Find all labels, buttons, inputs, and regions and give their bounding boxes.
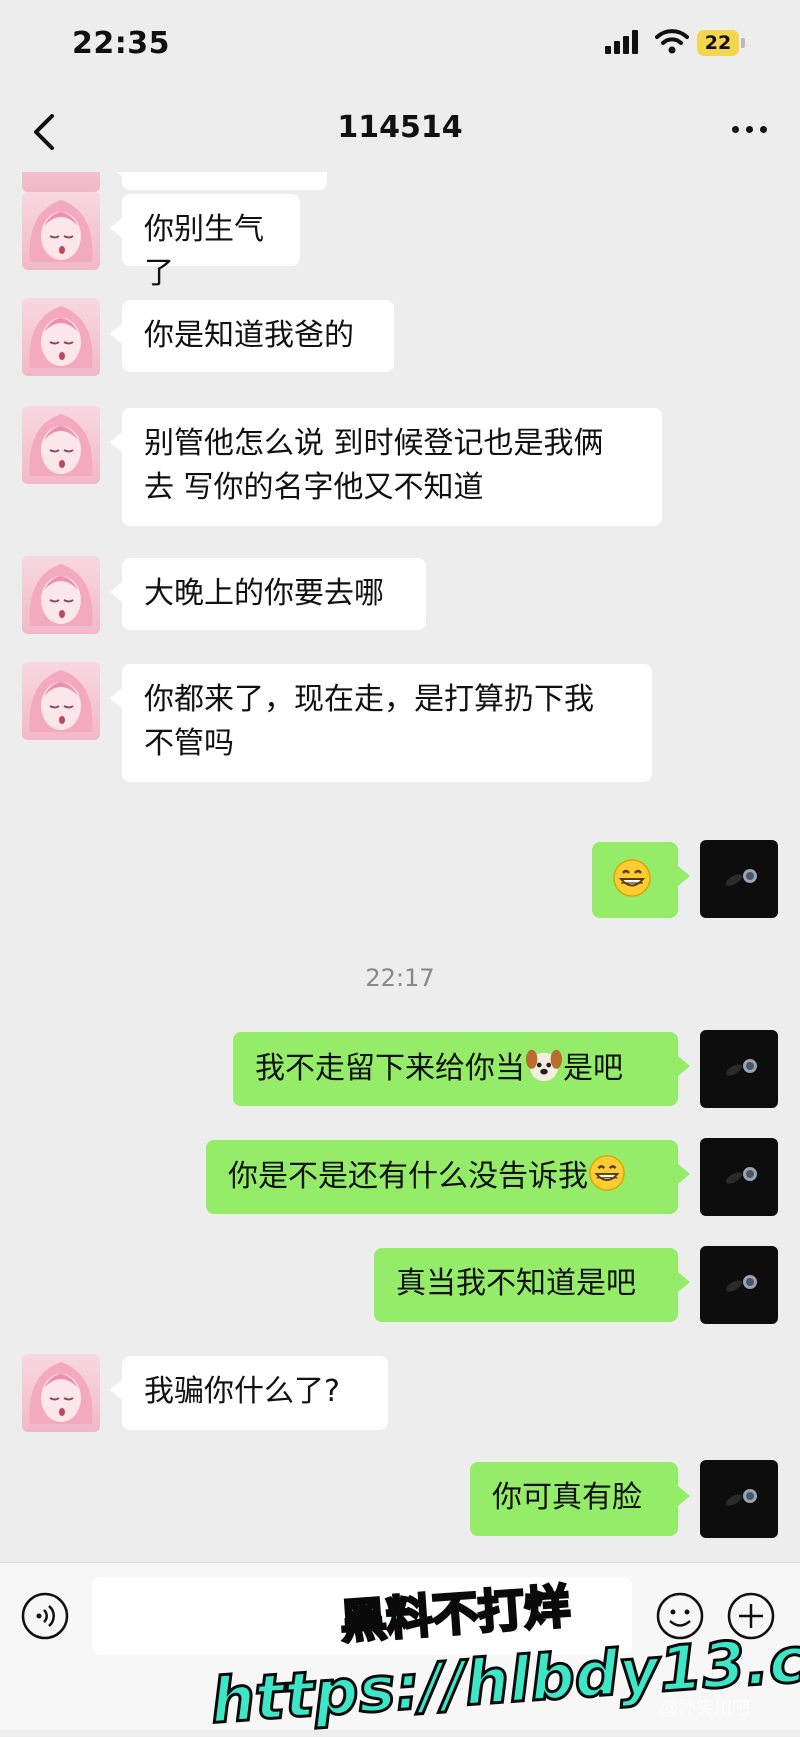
chat-header: 114514 — [0, 92, 800, 172]
avatar-illustration — [725, 1059, 757, 1076]
message-line: 你都来了，现在走，是打算扔下我 — [144, 682, 594, 717]
message-bubble[interactable]: 你都来了，现在走，是打算扔下我 不管吗 — [110, 664, 652, 782]
message-timestamp: 22:17 — [365, 964, 435, 992]
message-bubble[interactable] — [592, 842, 690, 918]
message-bubble[interactable]: 你可真有脸 — [470, 1462, 690, 1536]
chat-title: 114514 — [337, 110, 463, 145]
message-bubble-partial — [110, 172, 327, 190]
grinning-face-icon — [589, 1155, 625, 1191]
message-text: 你是不是还有什么没告诉我 — [228, 1159, 588, 1194]
more-options-icon[interactable] — [728, 118, 772, 142]
my-avatar[interactable] — [700, 840, 778, 918]
contact-avatar[interactable] — [22, 192, 100, 270]
message-list[interactable]: 你别生气了 你是知道我爸的 别管他怎么说 到时候登记也是我俩 去 写你的名字他又… — [0, 172, 800, 1562]
watermark-credit: @孙笑川吧 — [660, 1698, 750, 1719]
my-avatar[interactable] — [700, 1246, 778, 1324]
avatar-illustration — [29, 306, 93, 368]
message-bubble[interactable]: 我不走留下来给你当 是吧 — [233, 1032, 690, 1106]
message-line: 别管他怎么说 到时候登记也是我俩 — [144, 426, 604, 461]
dog-face-icon — [525, 1049, 563, 1082]
message-bubble[interactable]: 你是不是还有什么没告诉我 — [206, 1140, 690, 1214]
contact-avatar[interactable] — [22, 406, 100, 484]
battery-level: 22 — [704, 32, 732, 54]
contact-avatar[interactable] — [22, 172, 100, 192]
message-bubble[interactable]: 别管他怎么说 到时候登记也是我俩 去 写你的名字他又不知道 — [110, 408, 662, 526]
my-avatar[interactable] — [700, 1460, 778, 1538]
avatar-illustration — [29, 670, 93, 732]
contact-avatar[interactable] — [22, 662, 100, 740]
cellular-signal-icon — [605, 30, 638, 54]
message-bubble[interactable]: 我骗你什么了? — [110, 1356, 388, 1430]
voice-input-icon[interactable] — [20, 1591, 70, 1641]
contact-avatar[interactable] — [22, 1354, 100, 1432]
message-bubble[interactable]: 真当我不知道是吧 — [374, 1248, 690, 1322]
avatar-illustration — [725, 869, 757, 886]
my-avatar[interactable] — [700, 1138, 778, 1216]
avatar-illustration — [725, 1167, 757, 1184]
avatar-illustration — [725, 1275, 757, 1292]
avatar-illustration — [29, 1362, 93, 1424]
message-bubble[interactable]: 你是知道我爸的 — [110, 300, 394, 372]
my-avatar[interactable] — [700, 1030, 778, 1108]
message-bubble[interactable]: 大晚上的你要去哪 — [110, 558, 426, 630]
clock: 22:35 — [72, 26, 170, 61]
avatar-illustration — [29, 414, 93, 476]
contact-avatar[interactable] — [22, 556, 100, 634]
message-text: 是吧 — [563, 1051, 623, 1086]
message-text: 我不走留下来给你当 — [255, 1051, 525, 1086]
avatar-illustration — [725, 1489, 757, 1506]
message-bubble[interactable]: 你别生气了 — [110, 194, 300, 291]
wifi-icon — [655, 29, 689, 54]
avatar-illustration — [29, 564, 93, 626]
battery-icon: 22 — [697, 30, 745, 56]
status-bar: 22:35 22 — [0, 0, 800, 92]
message-line: 去 写你的名字他又不知道 — [144, 470, 484, 505]
contact-avatar[interactable] — [22, 298, 100, 376]
grinning-face-icon — [613, 859, 651, 897]
message-line: 不管吗 — [144, 726, 234, 761]
avatar-illustration — [29, 200, 93, 262]
